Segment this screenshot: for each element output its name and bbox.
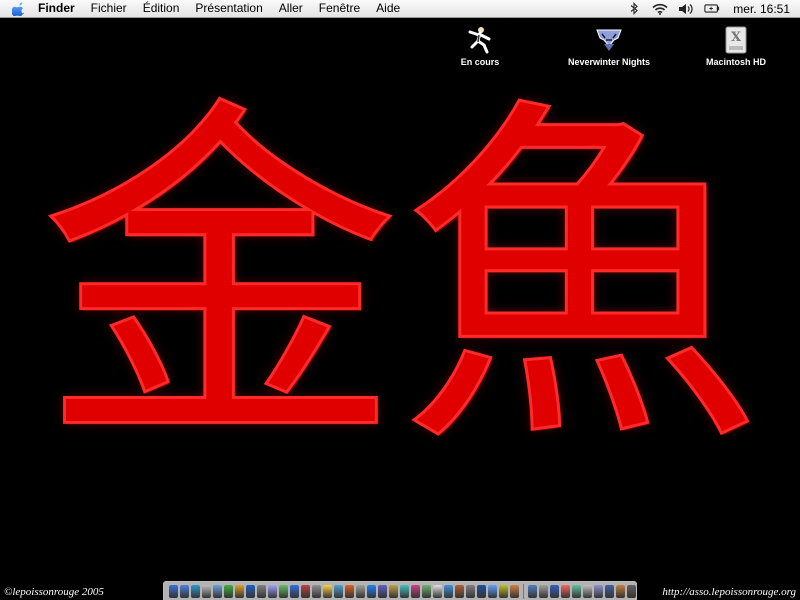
dock-app-icon[interactable] [572,584,581,598]
dock-app-icon[interactable] [605,584,614,598]
menu-edition[interactable]: Édition [135,0,188,17]
neverwinter-logo-icon [596,29,622,51]
dock-app-icon[interactable] [334,584,343,598]
dock-app-icon[interactable] [279,584,288,598]
menu-clock[interactable]: mer. 16:51 [725,2,800,16]
hard-drive-icon: X [725,26,747,54]
dock-app-icon[interactable] [378,584,387,598]
menu-bar: Finder Fichier Édition Présentation Alle… [0,0,800,18]
dock-app-icon[interactable] [356,584,365,598]
menu-fichier[interactable]: Fichier [83,0,135,17]
dock-app-icon[interactable] [433,584,442,598]
dock-app-icon[interactable] [180,584,189,598]
dock-app-icon[interactable] [400,584,409,598]
dock-app-icon[interactable] [528,584,537,598]
dock-app-icon[interactable] [367,584,376,598]
dock-app-icon[interactable] [422,584,431,598]
apple-icon[interactable] [12,1,26,16]
dock-app-icon[interactable] [616,584,625,598]
dock-app-icon[interactable] [301,584,310,598]
volume-icon[interactable] [678,2,694,16]
dock-app-icon[interactable] [389,584,398,598]
dock-app-icon[interactable] [345,584,354,598]
menu-app-finder[interactable]: Finder [34,0,83,17]
dock-app-icon[interactable] [583,584,592,598]
dock-app-icon[interactable] [455,584,464,598]
menu-fenetre[interactable]: Fenêtre [311,0,368,17]
dock-app-icon[interactable] [411,584,420,598]
dock-app-icon[interactable] [594,584,603,598]
dock-app-icon[interactable] [477,584,486,598]
menu-presentation[interactable]: Présentation [187,0,270,17]
dock-separator [523,583,524,599]
dock-app-icon[interactable] [257,584,266,598]
bluetooth-icon[interactable] [626,2,642,16]
wallpaper-kanji-fish: 魚 [399,69,762,491]
dock-app-icon[interactable] [224,584,233,598]
dock-app-icon[interactable] [550,584,559,598]
dock-app-icon[interactable] [561,584,570,598]
martial-arts-figure-icon [468,27,491,54]
menu-aller[interactable]: Aller [271,0,311,17]
dock-app-icon[interactable] [323,584,332,598]
dock-app-icon[interactable] [235,584,244,598]
svg-text:X: X [731,30,742,45]
dock-app-icon[interactable] [488,584,497,598]
wifi-icon[interactable] [652,2,668,16]
footer-copyright: ©lepoissonrouge 2005 [4,586,104,598]
dock-app-icon[interactable] [627,584,636,598]
dock-app-icon[interactable] [246,584,255,598]
dock-app-icon[interactable] [466,584,475,598]
dock-app-icon[interactable] [510,584,519,598]
menu-aide[interactable]: Aide [368,0,408,17]
dock-app-icon[interactable] [499,584,508,598]
dock-app-icon[interactable] [290,584,299,598]
dock-app-icon[interactable] [268,584,277,598]
dock-app-icon[interactable] [312,584,321,598]
dock-app-icon[interactable] [213,584,222,598]
dock [163,581,637,600]
dock-app-icon[interactable] [444,584,453,598]
wallpaper-kanji-gold: 金 [39,69,402,491]
status-area: mer. 16:51 [621,0,800,17]
dock-app-icon[interactable] [191,584,200,598]
footer-url: http://asso.lepoissonrouge.org [662,586,796,598]
dock-app-icon[interactable] [539,584,548,598]
dock-app-icon[interactable] [202,584,211,598]
dock-app-icon[interactable] [169,584,178,598]
battery-icon[interactable] [704,2,720,16]
